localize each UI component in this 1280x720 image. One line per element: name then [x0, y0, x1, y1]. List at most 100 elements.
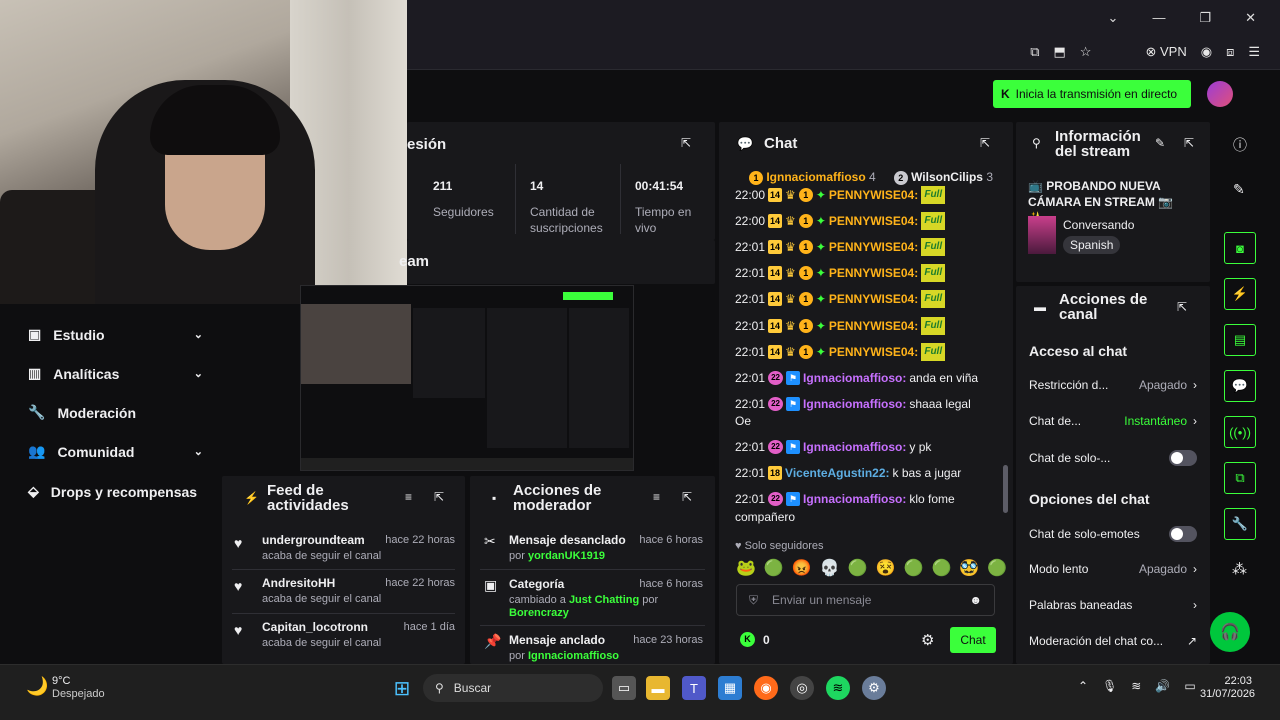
list-item[interactable]: ▣ Categoría hace 6 horas cambiado a Just… — [480, 571, 705, 626]
taskbar-search[interactable]: ⚲ Buscar — [423, 674, 603, 702]
top-chatter[interactable]: 2 WilsonCilips 3 — [893, 170, 993, 185]
close-icon[interactable]: ✕ — [1245, 10, 1256, 26]
filter-icon[interactable]: ≡ — [405, 490, 412, 504]
chat-username[interactable]: Ignnaciomaffioso: — [803, 395, 906, 413]
chat-username[interactable]: Ignnaciomaffioso: — [803, 369, 906, 387]
subs-only-toggle[interactable] — [1169, 450, 1197, 466]
go-live-button[interactable]: K Inicia la transmisión en directo — [993, 80, 1191, 108]
emote-icon[interactable]: 🟢 — [904, 558, 924, 578]
send-chat-button[interactable]: Chat — [950, 627, 996, 653]
chat-username[interactable]: PENNYWISE04: — [829, 317, 918, 335]
menu-icon[interactable]: ☰ — [1248, 44, 1260, 60]
chat-scrollbar[interactable] — [1003, 465, 1008, 513]
emote-icon[interactable]: 😡 — [792, 558, 812, 578]
vpn-button[interactable]: ⊗ VPN — [1145, 44, 1186, 60]
popout-icon[interactable]: ⇱ — [1184, 136, 1194, 150]
mod-tools-button[interactable]: 🔧 — [1224, 508, 1256, 540]
clip-button[interactable]: ◙ — [1224, 232, 1256, 264]
sidebar-item-moderacion[interactable]: 🔧 Moderación — [28, 404, 203, 421]
list-item[interactable]: ✂ Mensaje desanclado hace 6 horas por yo… — [480, 527, 705, 570]
support-button[interactable]: 🎧 — [1210, 612, 1250, 652]
host-button[interactable]: ⧉ — [1224, 462, 1256, 494]
banned-words-row[interactable]: Palabras baneadas › — [1029, 598, 1197, 612]
wifi-icon[interactable]: ≋ — [1131, 679, 1141, 693]
popout-icon[interactable]: ⇱ — [434, 490, 444, 504]
emote-icon[interactable]: 🟢 — [987, 558, 1007, 578]
microphone-icon[interactable]: 🎙 — [1102, 679, 1117, 693]
filter-icon[interactable]: ≡ — [653, 490, 660, 504]
file-explorer-icon[interactable]: ▬ — [646, 676, 670, 700]
emote-icon[interactable]: 🟢 — [764, 558, 784, 578]
chat-username[interactable]: PENNYWISE04: — [829, 238, 918, 256]
stream-preview[interactable] — [300, 285, 634, 471]
list-item[interactable]: ♥ Capitan_locotronn hace 1 día acaba de … — [232, 614, 455, 657]
sidebar-item-analiticas[interactable]: ▥ Analíticas ⌄ — [28, 365, 203, 382]
emote-icon[interactable]: 🐸 — [736, 558, 756, 578]
top-chatter[interactable]: 1 Ignnaciomaffioso 4 — [749, 170, 876, 185]
chat-input[interactable]: ⛨ Enviar un mensaje ☻ — [736, 584, 995, 616]
slow-mode-row[interactable]: Modo lento Apagado › — [1029, 562, 1197, 576]
emotes-only-toggle[interactable] — [1169, 526, 1197, 542]
emote-icon[interactable]: 💀 — [820, 558, 840, 578]
notes-button[interactable]: ▤ — [1224, 324, 1256, 356]
edit-icon[interactable]: ✎ — [1155, 136, 1165, 150]
popout-icon[interactable]: ⇱ — [682, 490, 692, 504]
channel-points[interactable]: K 0 — [740, 632, 770, 647]
sidebar-item-estudio[interactable]: ▣ Estudio ⌄ — [28, 326, 203, 343]
gear-icon[interactable]: ⚙ — [921, 631, 934, 649]
more-icon[interactable]: ⁂ — [1232, 560, 1247, 578]
minimize-icon[interactable]: — — [1152, 10, 1165, 26]
emote-icon[interactable]: 🟢 — [848, 558, 868, 578]
clock[interactable]: 22:03 31/07/2026 — [1200, 675, 1255, 701]
save-page-icon[interactable]: ⬒ — [1054, 44, 1066, 60]
chat-button[interactable]: 💬 — [1224, 370, 1256, 402]
chat-username[interactable]: Ignnaciomaffioso: — [803, 490, 906, 508]
popout-icon[interactable]: ⇱ — [1177, 300, 1187, 314]
bookmark-star-icon[interactable]: ☆ — [1080, 44, 1092, 60]
list-item[interactable]: ♥ undergroundteam hace 22 horas acaba de… — [232, 527, 455, 570]
chat-username[interactable]: PENNYWISE04: — [829, 290, 918, 308]
obs-icon[interactable]: ◎ — [790, 676, 814, 700]
list-item[interactable]: ♥ AndresitoHH hace 22 horas acaba de seg… — [232, 570, 455, 614]
edit-icon[interactable]: ✎ — [1233, 181, 1245, 198]
screenshot-icon[interactable]: ⧉ — [1030, 44, 1039, 60]
sidebar-item-comunidad[interactable]: 👥 Comunidad ⌄ — [28, 443, 203, 460]
emote-icon[interactable]: 😵 — [876, 558, 896, 578]
url-field[interactable] — [407, 42, 947, 64]
popout-icon[interactable]: ⇱ — [681, 136, 691, 150]
chat-username[interactable]: PENNYWISE04: — [829, 264, 918, 282]
automod-row[interactable]: Moderación del chat co... ↗ — [1029, 634, 1197, 648]
broadcast-button[interactable]: ((•)) — [1224, 416, 1256, 448]
weather-widget[interactable]: 9°C Despejado — [52, 675, 105, 701]
chat-delay-row[interactable]: Chat de... Instantáneo › — [1029, 414, 1197, 428]
avatar[interactable] — [1207, 81, 1233, 107]
chat-username[interactable]: Ignnaciomaffioso: — [803, 438, 906, 456]
emote-icon[interactable]: 🥸 — [959, 558, 979, 578]
account-icon[interactable]: ◉ — [1201, 44, 1212, 60]
chat-username[interactable]: VicenteAgustin22: — [785, 464, 889, 482]
popout-icon[interactable]: ⇱ — [980, 136, 990, 150]
emote-icon[interactable]: 🟢 — [931, 558, 951, 578]
tag-chip[interactable]: Spanish — [1063, 236, 1121, 254]
chat-username[interactable]: PENNYWISE04: — [829, 212, 918, 230]
chat-username[interactable]: PENNYWISE04: — [829, 343, 918, 361]
firefox-icon[interactable]: ◉ — [754, 676, 778, 700]
sidebar-item-drops[interactable]: ⬙ Drops y recompensas — [28, 483, 203, 500]
teams-icon[interactable]: T — [682, 676, 706, 700]
chevron-up-icon[interactable]: ⌃ — [1078, 679, 1088, 693]
restriction-row[interactable]: Restricción d... Apagado › — [1029, 378, 1197, 392]
raid-button[interactable]: ⚡ — [1224, 278, 1256, 310]
store-icon[interactable]: ▦ — [718, 676, 742, 700]
restore-icon[interactable]: ❐ — [1199, 10, 1211, 26]
battery-icon[interactable]: ▭ — [1184, 679, 1195, 693]
emoji-icon[interactable]: ☻ — [969, 593, 982, 607]
task-view-icon[interactable]: ▭ — [612, 676, 636, 700]
tab-list-icon[interactable]: ⌄ — [1108, 10, 1119, 26]
info-icon[interactable]: ⓘ — [1233, 135, 1247, 155]
chat-username[interactable]: PENNYWISE04: — [829, 186, 918, 204]
spotify-icon[interactable]: ≋ — [826, 676, 850, 700]
list-item[interactable]: 📌 Mensaje anclado hace 23 horas por Ignn… — [480, 627, 705, 662]
windows-start-icon[interactable]: ⊞ — [390, 676, 414, 700]
settings-icon[interactable]: ⚙ — [862, 676, 886, 700]
volume-icon[interactable]: 🔊 — [1155, 679, 1170, 693]
